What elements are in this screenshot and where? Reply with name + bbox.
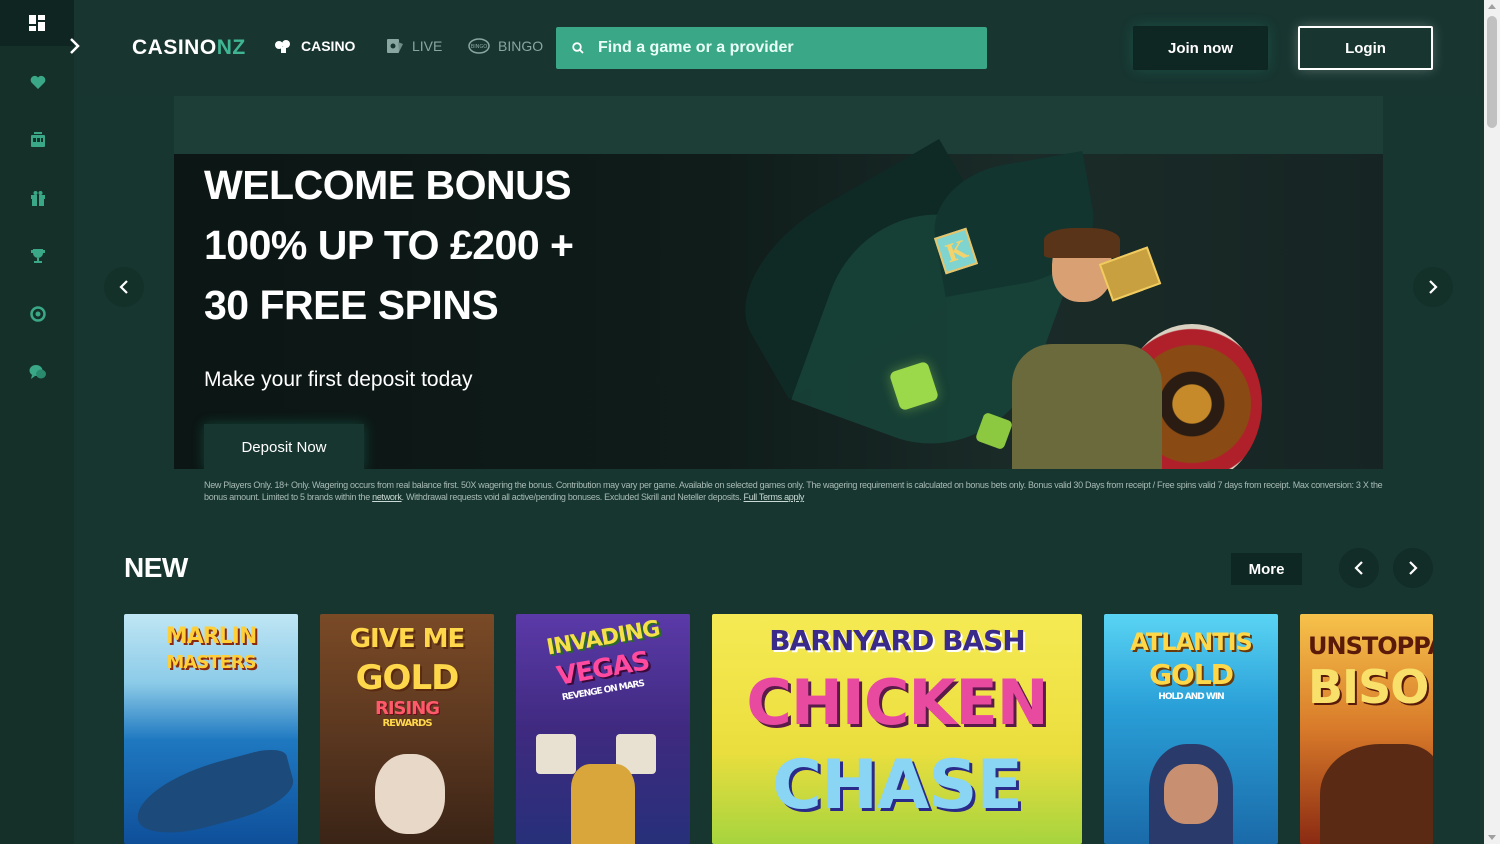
- game-subtitle: CHICKEN: [746, 666, 1048, 739]
- game-title: ATLANTIS: [1130, 628, 1253, 656]
- site-logo[interactable]: CASINONZ: [132, 36, 246, 60]
- terms-disclaimer: New Players Only. 18+ Only. Wagering occ…: [204, 479, 1384, 503]
- game-tag: HOLD AND WIN: [1158, 692, 1224, 702]
- dice-icon: [536, 734, 576, 774]
- prospector-character: [375, 754, 445, 834]
- games-next-button[interactable]: [1393, 548, 1433, 588]
- game-title: MARLIN: [165, 624, 257, 649]
- bingo-ball-icon: BINGO: [468, 38, 490, 54]
- nav-live-label: LIVE: [412, 38, 443, 54]
- sidebar-item-help[interactable]: [25, 301, 51, 327]
- banner-next-button[interactable]: [1413, 267, 1453, 307]
- chat-support-icon: [29, 365, 46, 379]
- banner-headline-2: 100% UP TO £200 +: [204, 222, 574, 268]
- gift-icon: [31, 191, 45, 206]
- chevron-right-icon: [1409, 561, 1418, 575]
- section-title-new: NEW: [124, 552, 188, 583]
- chevron-right-icon: [70, 38, 80, 54]
- network-link[interactable]: network: [372, 492, 402, 502]
- scroll-down-icon[interactable]: [1488, 835, 1496, 840]
- search-bar[interactable]: [556, 27, 987, 69]
- marlin-fish-icon: [128, 744, 298, 844]
- page-scrollbar[interactable]: [1484, 0, 1500, 844]
- bison-character: [1320, 744, 1433, 844]
- sidebar-item-tournaments[interactable]: [25, 243, 51, 269]
- sidebar-item-favorites[interactable]: [25, 69, 51, 95]
- chevron-right-icon: [1429, 280, 1438, 294]
- search-input[interactable]: [598, 39, 958, 57]
- scroll-thumb[interactable]: [1487, 16, 1497, 128]
- poseidon-face: [1164, 764, 1218, 824]
- game-tile-atlantis-gold[interactable]: ATLANTIS GOLD HOLD AND WIN: [1104, 614, 1278, 844]
- robot-character: [571, 764, 635, 844]
- dashboard-icon: [29, 15, 45, 31]
- game-tile-unstoppable-bison[interactable]: UNSTOPPA BISO: [1300, 614, 1433, 844]
- game-subtitle: BISO: [1308, 660, 1429, 714]
- sidebar-item-support[interactable]: [25, 359, 51, 385]
- login-button[interactable]: Login: [1298, 26, 1433, 70]
- game-tag: RISING: [374, 698, 440, 719]
- game-tag: CHASE: [772, 746, 1023, 825]
- nav-casino-label: CASINO: [301, 38, 356, 54]
- explorer-character: [1012, 344, 1162, 469]
- game-title: GIVE ME: [349, 624, 466, 654]
- game-tile-chicken-chase[interactable]: BARNYARD BASH CHICKEN CHASE: [712, 614, 1082, 844]
- live-dealer-icon: [387, 39, 403, 53]
- slot-machine-icon: [31, 132, 45, 147]
- sidebar-item-promotions[interactable]: [25, 185, 51, 211]
- full-terms-link[interactable]: Full Terms apply: [744, 492, 805, 502]
- scroll-up-icon[interactable]: [1488, 4, 1496, 9]
- sidebar: [0, 0, 74, 844]
- sidebar-expand-button[interactable]: [58, 26, 92, 66]
- chevron-left-icon: [1354, 561, 1363, 575]
- cards-icon: [275, 40, 290, 53]
- games-prev-button[interactable]: [1339, 548, 1379, 588]
- chevron-left-icon: [119, 280, 128, 294]
- game-tile-give-me-gold[interactable]: GIVE ME GOLD RISING REWARDS: [320, 614, 494, 844]
- banner-subtitle: Make your first deposit today: [204, 368, 473, 391]
- banner-headline-1: WELCOME BONUS: [204, 162, 572, 208]
- nav-bingo-label: BINGO: [498, 38, 544, 54]
- sidebar-item-slots[interactable]: [25, 127, 51, 153]
- game-subtitle: GOLD: [1149, 658, 1234, 691]
- game-title: BARNYARD BASH: [769, 624, 1025, 657]
- promo-banner: K WELCOME BONUS 100% UP TO £200 + 30 FRE…: [174, 96, 1383, 469]
- nav-bingo[interactable]: BINGO BINGO: [468, 38, 543, 54]
- game-tile-marlin-masters[interactable]: MARLIN MASTERS: [124, 614, 298, 844]
- join-now-button[interactable]: Join now: [1133, 26, 1268, 70]
- nav-live[interactable]: LIVE: [386, 38, 442, 54]
- more-button[interactable]: More: [1231, 553, 1302, 585]
- heart-icon: [30, 75, 46, 89]
- game-tag-2: REWARDS: [382, 718, 432, 729]
- game-tile-invading-vegas[interactable]: INVADING VEGAS REVENGE ON MARS: [516, 614, 690, 844]
- lifebuoy-icon: [30, 306, 46, 322]
- trophy-icon: [31, 249, 45, 263]
- explorer-hair: [1044, 228, 1120, 258]
- game-title: UNSTOPPA: [1308, 632, 1433, 660]
- banner-headline-3: 30 FREE SPINS: [204, 282, 499, 328]
- search-icon: [572, 42, 584, 54]
- game-subtitle: GOLD: [355, 658, 460, 698]
- banner-prev-button[interactable]: [104, 267, 144, 307]
- svg-text:BINGO: BINGO: [471, 44, 488, 50]
- deposit-now-button[interactable]: Deposit Now: [204, 424, 364, 469]
- terms-text-2: . Withdrawal requests void all active/pe…: [401, 492, 742, 502]
- game-subtitle: MASTERS: [166, 652, 256, 673]
- nav-casino[interactable]: CASINO: [273, 38, 355, 54]
